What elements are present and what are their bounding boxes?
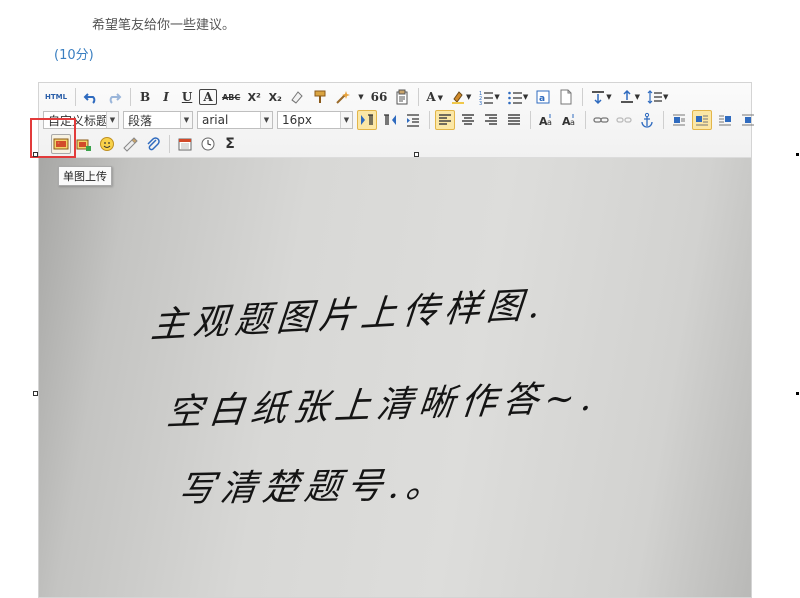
- svg-text:a: a: [539, 94, 545, 104]
- row-spacing-bottom-icon[interactable]: ▼: [617, 87, 642, 107]
- highlight-color-icon[interactable]: ▼: [448, 87, 473, 107]
- date-icon[interactable]: [175, 134, 195, 154]
- time-icon[interactable]: [198, 134, 218, 154]
- single-image-upload-icon[interactable]: [51, 134, 71, 154]
- blockquote-button[interactable]: 66: [369, 87, 390, 107]
- svg-text:a: a: [547, 118, 552, 127]
- paragraph-select[interactable]: 段落 ▼: [123, 111, 193, 129]
- redo-icon[interactable]: [104, 87, 124, 107]
- superscript-button[interactable]: X²: [245, 87, 263, 107]
- question-text: 希望笔友给你一些建议。: [92, 18, 236, 33]
- chevron-down-icon: ▼: [106, 112, 118, 128]
- eraser-icon[interactable]: [287, 87, 307, 107]
- toolbar-separator: [585, 111, 586, 129]
- toolbar-separator: [663, 111, 664, 129]
- align-center-icon[interactable]: [458, 110, 478, 130]
- font-size-select[interactable]: 16px ▼: [277, 111, 353, 129]
- subscript-button[interactable]: X₂: [266, 87, 284, 107]
- toolbar-separator: [169, 135, 170, 153]
- toolbar-separator: [75, 88, 77, 106]
- font-family-select[interactable]: arial ▼: [197, 111, 273, 129]
- ltr-direction-icon[interactable]: [357, 110, 377, 130]
- question-score: (10分): [54, 48, 94, 63]
- font-color-button[interactable]: A ▼: [424, 87, 445, 107]
- handwritten-line: 写清楚题号.。: [176, 464, 451, 511]
- underline-button[interactable]: U: [178, 87, 196, 107]
- link-icon[interactable]: [591, 110, 611, 130]
- font-color-label: A: [426, 90, 436, 104]
- resize-handle-top[interactable]: [414, 152, 419, 157]
- editor-toolbar: HTML B I U A ABC X² X₂ ▼ 66 A ▼ ▼ 1 2 3 …: [39, 83, 754, 158]
- svg-text:3: 3: [479, 101, 482, 105]
- toolbar-separator: [130, 88, 132, 106]
- image-float-none-icon[interactable]: [669, 110, 689, 130]
- clear-document-icon[interactable]: [556, 87, 576, 107]
- align-justify-icon[interactable]: [504, 110, 524, 130]
- paragraph-select-value: 段落: [128, 113, 153, 128]
- align-left-icon[interactable]: [435, 110, 455, 130]
- unordered-list-icon[interactable]: ▼: [505, 87, 530, 107]
- toolbar-separator: [530, 111, 531, 129]
- emoticon-icon[interactable]: [97, 134, 117, 154]
- handwritten-line: 主观题图片上传样图.: [149, 284, 548, 347]
- italic-button[interactable]: I: [157, 87, 175, 107]
- image-float-left-icon[interactable]: [692, 110, 712, 130]
- rtl-direction-icon[interactable]: [380, 110, 400, 130]
- font-family-select-value: arial: [202, 113, 229, 127]
- chevron-down-icon: ▼: [180, 112, 192, 128]
- paste-plain-icon[interactable]: [392, 87, 412, 107]
- toolbar-separator: [418, 88, 420, 106]
- format-painter-icon[interactable]: [310, 87, 330, 107]
- heading-select[interactable]: 自定义标题 ▼: [43, 111, 119, 129]
- row-spacing-top-icon[interactable]: ▼: [588, 87, 613, 107]
- bold-button[interactable]: B: [136, 87, 154, 107]
- resize-handle-top-left[interactable]: [33, 152, 38, 157]
- toolbar-separator: [582, 88, 584, 106]
- resize-handle-right-mid[interactable]: [796, 392, 799, 395]
- auto-format-dropdown-icon[interactable]: ▼: [356, 87, 365, 107]
- svg-text:a: a: [570, 118, 575, 127]
- resize-handle-right[interactable]: [796, 153, 799, 156]
- ordered-list-icon[interactable]: 123 ▼: [476, 87, 501, 107]
- toolbar-separator: [429, 111, 430, 129]
- lowercase-icon[interactable]: Aa: [559, 110, 579, 130]
- strikethrough-button[interactable]: ABC: [220, 87, 242, 107]
- indent-icon[interactable]: [403, 110, 423, 130]
- select-all-icon[interactable]: a: [533, 87, 553, 107]
- heading-select-value: 自定义标题: [48, 113, 109, 128]
- auto-format-icon[interactable]: [333, 87, 353, 107]
- editor-content-area[interactable]: 主观题图片上传样图. 空白纸张上清晰作答~. 写清楚题号.。: [39, 158, 751, 597]
- handwritten-line: 空白纸张上清晰作答~.: [164, 377, 601, 434]
- scrawl-icon[interactable]: [120, 134, 140, 154]
- anchor-icon[interactable]: [637, 110, 657, 130]
- resize-handle-left[interactable]: [33, 391, 38, 396]
- unlink-icon[interactable]: [614, 110, 634, 130]
- chevron-down-icon: ▼: [260, 112, 272, 128]
- html-source-button[interactable]: HTML: [43, 87, 69, 107]
- align-right-icon[interactable]: [481, 110, 501, 130]
- font-size-select-value: 16px: [282, 113, 312, 127]
- undo-icon[interactable]: [81, 87, 101, 107]
- chevron-down-icon: ▼: [340, 112, 352, 128]
- formula-button[interactable]: Σ: [221, 134, 239, 154]
- image-center-icon[interactable]: [738, 110, 758, 130]
- line-height-icon[interactable]: ▼: [645, 87, 670, 107]
- font-border-button[interactable]: A: [199, 89, 218, 105]
- image-float-right-icon[interactable]: [715, 110, 735, 130]
- attachment-icon[interactable]: [143, 134, 163, 154]
- uppercase-icon[interactable]: Aa: [536, 110, 556, 130]
- tooltip-single-upload: 单图上传: [58, 166, 112, 186]
- rich-text-editor[interactable]: HTML B I U A ABC X² X₂ ▼ 66 A ▼ ▼ 1 2 3 …: [38, 82, 754, 598]
- multi-image-upload-icon[interactable]: [74, 134, 94, 154]
